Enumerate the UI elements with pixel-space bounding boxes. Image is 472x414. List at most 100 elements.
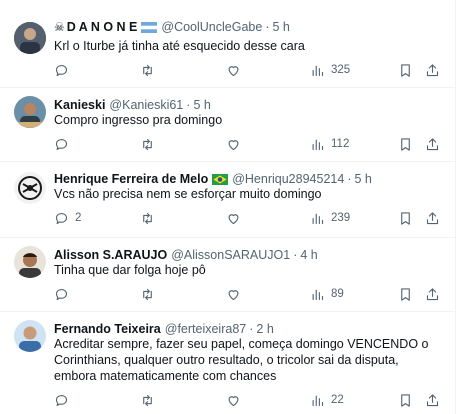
like-button[interactable] — [226, 390, 241, 410]
author-handle[interactable]: @AlissonSARAUJO1 — [171, 248, 290, 262]
bookmark-icon — [401, 137, 410, 151]
retweet-icon — [143, 288, 152, 300]
tweet[interactable]: Alisson S.ARAUJO @AlissonSARAUJO1 · 4 h … — [0, 238, 456, 312]
share-button[interactable] — [425, 60, 440, 80]
replies-feed: ☠ D A N O N E @CoolUncleGabe · 5 h Krl o… — [0, 0, 456, 414]
separator-dot: · — [249, 322, 254, 336]
views-button[interactable]: 89 — [310, 284, 344, 304]
retweet-button[interactable] — [140, 284, 155, 304]
share-button[interactable] — [425, 390, 440, 410]
reply-button[interactable] — [54, 134, 75, 154]
bookmark-button[interactable] — [398, 208, 413, 228]
separator-dot: · — [347, 172, 352, 186]
bookmark-icon — [401, 211, 410, 225]
views-icon — [312, 289, 324, 300]
like-icon — [228, 213, 239, 224]
tweet-text: Acreditar sempre, fazer seu papel, começ… — [54, 337, 429, 383]
avatar[interactable] — [14, 96, 46, 128]
action-bar: 89 — [48, 284, 448, 304]
like-button[interactable] — [226, 134, 241, 154]
timestamp[interactable]: 5 h — [354, 172, 371, 186]
reply-button[interactable]: 2 — [54, 208, 81, 228]
retweet-button[interactable] — [140, 134, 155, 154]
retweet-icon — [143, 138, 152, 150]
like-button[interactable] — [226, 60, 241, 80]
share-icon — [426, 211, 439, 224]
tweet[interactable]: Fernando Teixeira @ferteixeira87 · 2 h A… — [0, 312, 456, 414]
bookmark-button[interactable] — [398, 284, 413, 304]
tweet-header: ☠ D A N O N E @CoolUncleGabe · 5 h — [54, 18, 446, 36]
tweet[interactable]: Henrique Ferreira de Melo @Henriqu289452… — [0, 162, 456, 238]
action-bar: 112 — [48, 134, 448, 154]
bookmark-icon — [401, 287, 410, 301]
avatar[interactable] — [14, 320, 46, 352]
like-icon — [228, 139, 239, 150]
timestamp[interactable]: 5 h — [193, 98, 210, 112]
skull-icon: ☠ — [54, 20, 65, 34]
share-icon — [426, 63, 439, 76]
share-button[interactable] — [425, 208, 440, 228]
reply-icon — [55, 288, 68, 300]
reply-button[interactable] — [54, 60, 75, 80]
views-button[interactable]: 22 — [310, 390, 344, 410]
tweet[interactable]: Kanieski @Kanieski61 · 5 h Compro ingres… — [0, 88, 456, 162]
views-icon — [312, 213, 324, 224]
bookmark-icon — [401, 393, 410, 407]
author-name[interactable]: D A N O N E — [67, 20, 138, 34]
flag-icon — [141, 21, 158, 33]
bookmark-button[interactable] — [398, 134, 413, 154]
author-handle[interactable]: @Henriqu28945214 — [232, 172, 344, 186]
reply-button[interactable] — [54, 284, 75, 304]
share-icon — [426, 287, 439, 300]
avatar[interactable] — [14, 172, 46, 204]
author-handle[interactable]: @Kanieski61 — [109, 98, 183, 112]
share-button[interactable] — [425, 134, 440, 154]
retweet-button[interactable] — [140, 208, 155, 228]
bookmark-button[interactable] — [398, 60, 413, 80]
like-button[interactable] — [226, 284, 241, 304]
action-bar: 22 — [48, 390, 448, 410]
avatar[interactable] — [14, 246, 46, 278]
author-handle[interactable]: @ferteixeira87 — [165, 322, 246, 336]
author-name[interactable]: Henrique Ferreira de Melo — [54, 172, 208, 186]
share-icon — [426, 393, 439, 406]
author-name[interactable]: Fernando Teixeira — [54, 322, 161, 336]
views-button[interactable]: 325 — [310, 60, 350, 80]
retweet-icon — [143, 212, 152, 224]
timestamp[interactable]: 2 h — [256, 322, 273, 336]
timestamp[interactable]: 5 h — [272, 20, 289, 34]
views-icon — [312, 395, 324, 406]
avatar[interactable] — [14, 22, 46, 54]
author-handle[interactable]: @CoolUncleGabe — [161, 20, 262, 34]
share-icon — [426, 137, 439, 150]
like-icon — [228, 395, 239, 406]
views-button[interactable]: 112 — [310, 134, 349, 154]
retweet-button[interactable] — [140, 60, 155, 80]
author-name[interactable]: Alisson S.ARAUJO — [54, 248, 167, 262]
retweet-icon — [143, 394, 152, 406]
tweet[interactable]: ☠ D A N O N E @CoolUncleGabe · 5 h Krl o… — [0, 0, 456, 88]
separator-dot: · — [265, 20, 270, 34]
action-bar: 325 — [48, 60, 448, 80]
bookmark-icon — [401, 63, 410, 77]
like-icon — [228, 289, 239, 300]
tweet-text: Tinha que dar folga hoje pô — [54, 263, 206, 277]
share-button[interactable] — [425, 284, 440, 304]
author-name[interactable]: Kanieski — [54, 98, 105, 112]
tweet-text: Krl o Iturbe já tinha até esquecido dess… — [54, 39, 305, 53]
tweet-text: Compro ingresso pra domingo — [54, 113, 223, 127]
reply-icon — [55, 138, 68, 150]
flag-icon — [212, 173, 229, 185]
retweet-button[interactable] — [140, 390, 155, 410]
timestamp[interactable]: 4 h — [300, 248, 317, 262]
views-button[interactable]: 239 — [310, 208, 350, 228]
like-button[interactable] — [226, 208, 241, 228]
action-bar: 2 239 — [48, 208, 448, 228]
separator-dot: · — [293, 248, 298, 262]
reply-button[interactable] — [54, 390, 75, 410]
bookmark-button[interactable] — [398, 390, 413, 410]
reply-icon — [55, 64, 68, 76]
retweet-icon — [143, 64, 152, 76]
tweet-text: Vcs não precisa nem se esforçar muito do… — [54, 187, 322, 201]
views-icon — [312, 65, 324, 76]
